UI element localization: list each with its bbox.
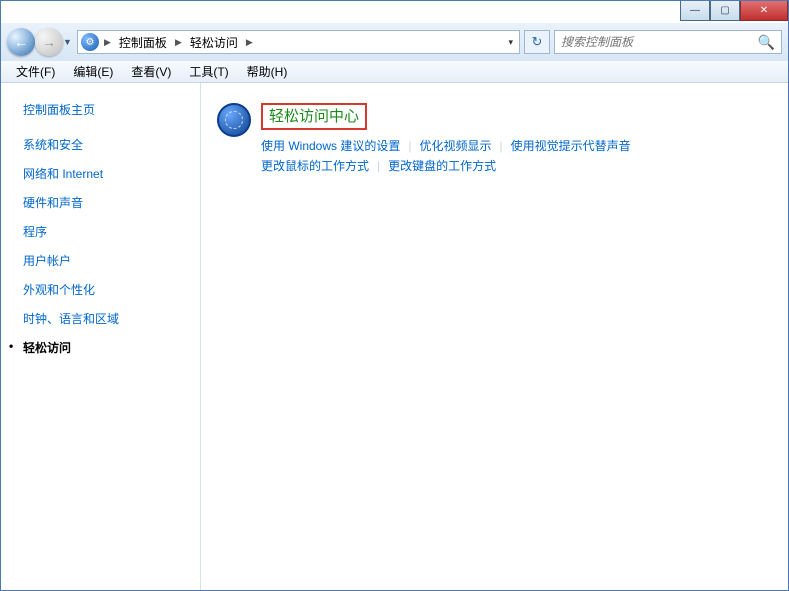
breadcrumb-item[interactable]: 轻松访问	[184, 34, 244, 51]
chevron-right-icon: ▶	[244, 37, 255, 48]
chevron-right-icon: ▶	[173, 37, 184, 48]
separator: |	[377, 159, 380, 173]
sidebar-item[interactable]: 网络和 Internet	[23, 165, 200, 182]
menu-file[interactable]: 文件(F)	[7, 63, 64, 80]
menu-tools[interactable]: 工具(T)	[180, 63, 237, 80]
address-bar[interactable]: ⚙ ▶ 控制面板 ▶ 轻松访问 ▶ ▾	[77, 30, 520, 54]
setting-link[interactable]: 更改鼠标的工作方式	[261, 159, 369, 173]
menu-help[interactable]: 帮助(H)	[238, 63, 297, 80]
setting-link[interactable]: 使用 Windows 建议的设置	[261, 139, 400, 153]
sidebar-item[interactable]: 程序	[23, 223, 200, 240]
search-box[interactable]: 🔍	[554, 30, 782, 54]
sidebar: 控制面板主页 系统和安全网络和 Internet 硬件和声音程序用户帐户外观和个性…	[1, 83, 201, 590]
sidebar-item[interactable]: 时钟、语言和区域	[23, 310, 200, 327]
ease-of-access-icon	[217, 103, 251, 137]
setting-link[interactable]: 优化视频显示	[419, 139, 491, 153]
setting-link[interactable]: 使用视觉提示代替声音	[511, 139, 631, 153]
sidebar-item[interactable]: 系统和安全	[23, 136, 200, 153]
menu-edit[interactable]: 编辑(E)	[64, 63, 122, 80]
refresh-button[interactable]: ↻	[524, 30, 550, 54]
highlighted-title: 轻松访问中心	[261, 103, 367, 130]
search-icon[interactable]: 🔍	[758, 34, 775, 51]
address-dropdown[interactable]: ▾	[502, 37, 519, 48]
menu-bar: 文件(F) 编辑(E) 查看(V) 工具(T) 帮助(H)	[1, 61, 788, 83]
menu-view[interactable]: 查看(V)	[122, 63, 180, 80]
forward-button: →	[35, 28, 63, 56]
sidebar-item[interactable]: 硬件和声音	[23, 194, 200, 211]
sidebar-item[interactable]: 用户帐户	[23, 252, 200, 269]
main-content: 轻松访问中心 使用 Windows 建议的设置 | 优化视频显示 | 使用视觉提示代替声…	[201, 83, 788, 590]
navigation-bar: ← → ▼ ⚙ ▶ 控制面板 ▶ 轻松访问 ▶ ▾ ↻ 🔍	[1, 23, 788, 61]
sidebar-item[interactable]: 外观和个性化	[23, 281, 200, 298]
separator: |	[408, 139, 411, 153]
control-panel-home-link[interactable]: 控制面板主页	[23, 101, 200, 118]
close-button[interactable]: ✕	[740, 1, 788, 21]
maximize-button[interactable]: ▢	[710, 1, 740, 21]
separator: |	[500, 139, 503, 153]
search-input[interactable]	[561, 35, 758, 49]
sidebar-item[interactable]: 轻松访问	[23, 339, 200, 356]
nav-history-dropdown[interactable]: ▼	[63, 37, 72, 47]
back-button[interactable]: ←	[7, 28, 35, 56]
chevron-right-icon: ▶	[102, 37, 113, 48]
minimize-button[interactable]: —	[680, 1, 710, 21]
control-panel-icon: ⚙	[81, 33, 99, 51]
setting-link[interactable]: 更改键盘的工作方式	[388, 159, 496, 173]
ease-of-access-center-link[interactable]: 轻松访问中心	[269, 108, 359, 125]
breadcrumb-item[interactable]: 控制面板	[113, 34, 173, 51]
